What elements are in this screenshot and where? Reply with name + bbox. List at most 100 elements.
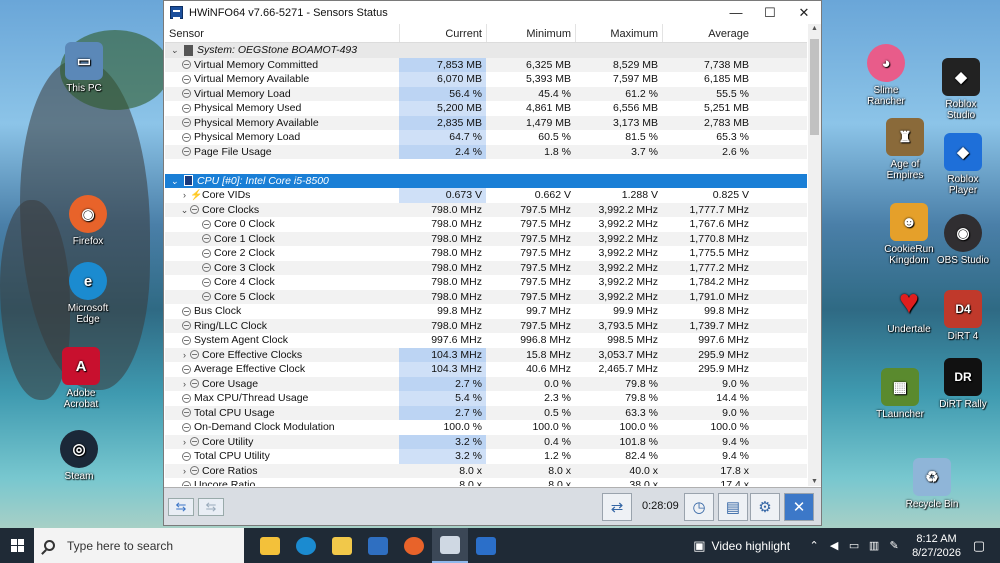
column-header-current[interactable]: Current [399,24,486,42]
expand-chevron-icon[interactable]: ⌄ [179,203,190,218]
current-value-cell: 64.7 % [399,130,486,145]
minimum-value-cell: 1.2 % [544,450,571,462]
sensor-row[interactable]: Bus Clock 99.8 MHz 99.7 MHz 99.9 MHz 99.8 MH… [165,304,807,319]
sensor-row[interactable]: Total CPU Usage 2.7 % 0.5 % 63.3 % 9.0 % [165,405,807,420]
sensor-row[interactable]: Max CPU/Thread Usage 5.4 % 2.3 % 79.8 % 14.4… [165,391,807,406]
sensor-row[interactable]: Virtual Memory Committed 7,853 MB 6,325 MB… [165,57,807,72]
navigate-left-right-button[interactable]: ⇆ [168,498,194,516]
tray-window-icon[interactable]: ▭ [845,539,863,552]
close-button[interactable]: ✕ [787,1,821,24]
desktop-icon-dirt4[interactable]: D4 DiRT 4 [932,290,994,342]
sensor-row[interactable]: ⌄ Core Clocks 798.0 MHz 797.5 MHz 3,992.2 MH… [165,202,807,218]
desktop-icon-firefox[interactable]: ◉ Firefox [57,195,119,247]
desktop-icon-acrobat[interactable]: A Adobe Acrobat [50,347,112,410]
desktop-icon-slime-rancher[interactable]: ◕ Slime Rancher [855,44,917,107]
title-bar[interactable]: HWiNFO64 v7.66-5271 - Sensors Status — ☐… [164,1,821,24]
desktop-icon-dirt-rally[interactable]: DR DiRT Rally [932,358,994,410]
desktop-icon-roblox-studio[interactable]: ◆ Roblox Studio [930,58,992,121]
taskbar-app-store[interactable] [252,528,288,563]
sensor-row[interactable]: Core 4 Clock 798.0 MHz 797.5 MHz 3,992.2 MH… [165,275,807,290]
desktop-icon-steam[interactable]: ◎ Steam [48,430,110,482]
minimize-button[interactable]: — [719,1,753,24]
maximize-button[interactable]: ☐ [753,1,787,24]
clock[interactable]: 8:12 AM 8/27/2026 [904,532,969,560]
sensor-row[interactable]: Core 5 Clock 798.0 MHz 797.5 MHz 3,992.2 MH… [165,289,807,304]
sensor-row[interactable]: System Agent Clock 997.6 MHz 996.8 MHz 998.… [165,333,807,348]
sensor-row[interactable]: Core 1 Clock 798.0 MHz 797.5 MHz 3,992.2 MH… [165,231,807,246]
column-header-sensor[interactable]: Sensor [165,24,399,42]
sensor-group-row[interactable]: ⌄ CPU [#0]: Intel Core i5-8500 [165,173,807,189]
desktop-icon-recycle-bin[interactable]: ♻ Recycle Bin [901,458,963,510]
notification-icon[interactable]: ▢ [970,538,988,554]
volume-icon[interactable]: ◀ [825,539,843,552]
taskbar-app-firefox[interactable] [396,528,432,563]
scroll-down-arrow-icon[interactable]: ▼ [808,478,821,485]
sensor-row[interactable]: › Core Usage 2.7 % 0.0 % 79.8 % 9.0 % [165,376,807,392]
sensor-row[interactable]: › Core Ratios 8.0 x 8.0 x 40.0 x 17.8 x [165,463,807,479]
start-button[interactable] [0,528,34,563]
pen-icon[interactable]: ✎ [885,539,903,552]
close-icon: ✕ [792,499,806,516]
desktop-icon-age-of-empires[interactable]: ♜ Age of Empires [874,118,936,181]
video-highlight-icon[interactable]: ▣ [693,538,705,554]
column-header-maximum[interactable]: Maximum [575,24,662,42]
desktop-icon-undertale[interactable]: ♥ Undertale [878,283,940,336]
sensor-row[interactable]: › Core Effective Clocks 104.3 MHz 15.8 MHz 3… [165,347,807,363]
taskbar-app-outlook[interactable] [360,528,396,563]
roblox-studio-icon: ◆ [942,58,980,96]
logging-button[interactable]: ▤ [718,493,748,521]
sensor-name-cell [165,159,399,174]
taskbar-app-hwinfo[interactable] [432,528,468,563]
column-header-minimum[interactable]: Minimum [486,24,575,42]
sensor-group-row[interactable]: ⌄ System: OEGStone BOAMOT-493 [165,43,807,58]
minimum-value-cell: 5,393 MB [526,73,571,85]
sensor-row[interactable]: › ⚡ Core VIDs 0.673 V 0.662 V 1.288 V 0.825 V [165,188,807,203]
close-sensors-button[interactable]: ✕ [784,493,814,521]
sensor-label: Average Effective Clock [194,363,306,375]
navigate-secondary-button[interactable]: ⇆ [198,498,224,516]
sensor-row[interactable]: Total CPU Utility 3.2 % 1.2 % 82.4 % 9.4 % [165,449,807,464]
expand-chevron-icon[interactable]: › [179,188,190,203]
taskbar-app-file-explorer[interactable] [324,528,360,563]
reset-timer-button[interactable]: ◷ [684,493,714,521]
sensor-row[interactable]: › Core Utility 3.2 % 0.4 % 101.8 % 9.4 % [165,434,807,450]
expand-chevron-icon[interactable]: › [179,464,190,479]
desktop-icon-obs[interactable]: ◉ OBS Studio [932,214,994,266]
desktop-icon-edge[interactable]: e Microsoft Edge [57,262,119,325]
desktop-icon-tlauncher[interactable]: ▦ TLauncher [869,368,931,420]
desktop-icon-roblox-player[interactable]: ◆ Roblox Player [932,133,994,196]
taskbar-app-edge[interactable] [288,528,324,563]
sensor-row[interactable]: Uncore Ratio 8.0 x 8.0 x 38.0 x 17.4 x [165,478,807,486]
network-icon[interactable]: ▥ [865,539,883,552]
expand-chevron-icon[interactable]: › [179,435,190,450]
expand-chevron-icon[interactable]: › [179,348,190,363]
network-sensors-button[interactable]: ⇄ [602,493,632,521]
sensor-row[interactable]: Average Effective Clock 104.3 MHz 40.6 MHz… [165,362,807,377]
sensor-row[interactable]: Core 3 Clock 798.0 MHz 797.5 MHz 3,992.2 MH… [165,260,807,275]
sensor-row[interactable]: Page File Usage 2.4 % 1.8 % 3.7 % 2.6 % [165,144,807,159]
taskbar-search-box[interactable]: Type here to search [34,528,244,563]
sensor-row[interactable]: Core 2 Clock 798.0 MHz 797.5 MHz 3,992.2 MH… [165,246,807,261]
scroll-up-arrow-icon[interactable]: ▲ [808,25,821,32]
video-highlight-label[interactable]: Video highlight [712,539,791,553]
sensor-row[interactable]: Physical Memory Available 2,835 MB 1,479 M… [165,115,807,130]
expand-chevron-icon[interactable]: › [179,377,190,392]
sensor-row[interactable]: Virtual Memory Load 56.4 % 45.4 % 61.2 % 55.… [165,86,807,101]
settings-button[interactable]: ⚙ [750,493,780,521]
collapse-chevron-icon[interactable]: ⌄ [169,43,180,58]
sensor-row[interactable]: Physical Memory Used 5,200 MB 4,861 MB 6,55… [165,101,807,116]
sensor-row[interactable]: Physical Memory Load 64.7 % 60.5 % 81.5 % 65… [165,130,807,145]
desktop-icon-this-pc[interactable]: ▭ This PC [53,42,115,94]
desktop-icon-cookierun[interactable]: ☻ CookieRun Kingdom [878,203,940,266]
sensor-row[interactable]: Ring/LLC Clock 798.0 MHz 797.5 MHz 3,793.5 … [165,318,807,333]
collapse-chevron-icon[interactable]: ⌄ [169,174,180,189]
chevron-up-icon[interactable]: ⌃ [805,539,823,552]
sensor-row[interactable]: Core 0 Clock 798.0 MHz 797.5 MHz 3,992.2 MH… [165,217,807,232]
vertical-scrollbar[interactable]: ▲ ▼ [808,24,821,486]
sensor-name-cell: Physical Memory Used [165,101,399,116]
taskbar-app-secondary[interactable] [468,528,504,563]
scrollbar-thumb[interactable] [810,39,819,135]
sensor-row[interactable]: Virtual Memory Available 6,070 MB 5,393 MB… [165,72,807,87]
sensor-row[interactable]: On-Demand Clock Modulation 100.0 % 100.0 %… [165,420,807,435]
column-header-average[interactable]: Average [662,24,753,42]
